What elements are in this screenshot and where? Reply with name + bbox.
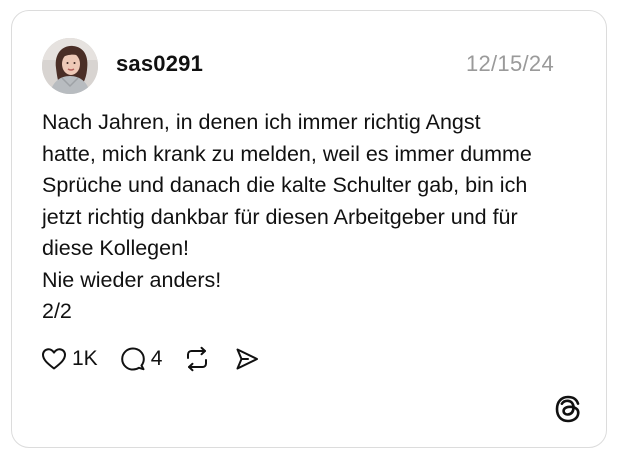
threads-logo-icon [555, 395, 580, 423]
reply-button[interactable]: 4 [120, 346, 163, 372]
send-icon [236, 348, 259, 370]
post-text-line: Sprüche und danach die kalte Schulter ga… [42, 173, 528, 197]
reply-count: 4 [150, 347, 163, 370]
post-text-line: jetzt richtig dankbar für diesen Arbeitg… [42, 204, 518, 229]
post-text-line: diese Kollegen! [42, 236, 190, 260]
heart-icon [42, 348, 66, 370]
like-count: 1K [72, 347, 98, 370]
username[interactable]: sas0291 [116, 51, 203, 77]
repost-icon [187, 346, 208, 372]
action-bar: 1K 4 [41, 344, 260, 374]
share-button[interactable] [234, 346, 260, 372]
avatar[interactable] [42, 38, 98, 94]
post-card: sas0291 12/15/24 Nach Jahren, in denen i… [11, 10, 607, 448]
like-button[interactable]: 1K [41, 347, 98, 371]
post-text: Nach Jahren, in denen ich immer richtig … [42, 107, 582, 328]
repost-button[interactable] [184, 346, 210, 372]
speech-bubble-icon [120, 347, 145, 371]
post-text-line: Nach Jahren, in denen ich immer richtig … [42, 110, 481, 134]
post-text-line: Nie wieder anders! [42, 267, 222, 292]
avatar-image [42, 38, 98, 94]
post-text-line: 2/2 [42, 299, 72, 323]
post-text-line: hatte, mich krank zu melden, weil es imm… [42, 141, 532, 166]
post-date: 12/15/24 [465, 51, 554, 76]
